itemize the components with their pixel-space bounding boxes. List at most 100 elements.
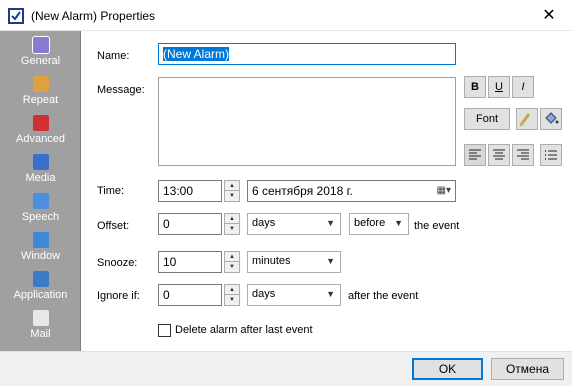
ignore-input[interactable]: 0	[158, 284, 222, 306]
bullet-list-icon	[544, 150, 558, 165]
offset-input[interactable]: 0	[158, 213, 222, 235]
clock-icon	[31, 36, 50, 54]
message-textarea[interactable]	[158, 77, 456, 166]
chevron-down-icon: ▼	[326, 289, 335, 299]
date-value: 6 сентября 2018 г.	[252, 184, 353, 198]
offset-unit-select[interactable]: days ▼	[247, 213, 341, 235]
sidebar-item-label: Advanced	[16, 133, 65, 145]
align-right-button[interactable]	[512, 144, 534, 166]
app-checkbox-icon	[8, 8, 24, 24]
message-label: Message:	[97, 84, 145, 96]
sidebar-item-general[interactable]: General	[0, 35, 81, 74]
snooze-value: 10	[163, 255, 177, 269]
application-icon	[32, 271, 49, 287]
paint-bucket-icon	[542, 112, 560, 131]
spin-up-icon[interactable]: ▲	[225, 285, 239, 295]
cancel-label: Отмена	[505, 362, 550, 376]
spin-down-icon[interactable]: ▼	[225, 224, 239, 234]
offset-unit-value: days	[252, 217, 276, 229]
offset-when-select[interactable]: before ▼	[349, 213, 409, 235]
sidebar-item-mail[interactable]: Mail	[0, 308, 81, 347]
ignore-label: Ignore if:	[97, 290, 140, 302]
chevron-down-icon: ▼	[394, 218, 403, 228]
sidebar-item-speech[interactable]: Speech	[0, 191, 81, 230]
sidebar-item-media[interactable]: Media	[0, 152, 81, 191]
name-input[interactable]: (New Alarm)	[158, 43, 456, 65]
date-picker[interactable]: 6 сентября 2018 г. ▦▾	[247, 180, 456, 202]
sidebar-item-label: Application	[13, 289, 68, 301]
snooze-spinner[interactable]: ▲ ▼	[224, 251, 240, 273]
cancel-button[interactable]: Отмена	[491, 358, 564, 380]
italic-button[interactable]: I	[512, 76, 534, 98]
name-value: (New Alarm)	[163, 47, 230, 61]
close-icon: ✕	[542, 7, 556, 24]
main-panel: Name: (New Alarm) Message: B U I Font Ti…	[82, 31, 572, 351]
ignore-suffix-label: after the event	[348, 290, 419, 302]
sidebar-item-label: Repeat	[22, 94, 59, 106]
bullet-list-button[interactable]	[540, 144, 562, 166]
align-left-icon	[468, 149, 482, 165]
align-center-icon	[492, 149, 506, 165]
spin-down-icon[interactable]: ▼	[225, 295, 239, 305]
ignore-value: 0	[163, 288, 170, 302]
chevron-down-icon: ▼	[326, 218, 335, 228]
offset-spinner[interactable]: ▲ ▼	[224, 213, 240, 235]
sidebar: General Repeat Advanced Media Speech Win…	[0, 31, 81, 351]
time-input[interactable]: 13:00	[158, 180, 222, 202]
italic-label: I	[521, 81, 525, 93]
ignore-unit-select[interactable]: days ▼	[247, 284, 341, 306]
offset-value: 0	[163, 217, 170, 231]
name-label: Name:	[97, 50, 130, 62]
text-color-button[interactable]	[516, 108, 538, 130]
calendar-icon	[32, 76, 49, 92]
snooze-unit-value: minutes	[252, 255, 291, 267]
bold-button[interactable]: B	[464, 76, 486, 98]
sidebar-item-window[interactable]: Window	[0, 230, 81, 269]
chevron-down-icon: ▼	[326, 256, 335, 266]
time-label: Time:	[97, 185, 125, 197]
sidebar-item-label: Speech	[21, 211, 60, 223]
align-center-button[interactable]	[488, 144, 510, 166]
calendar-dropdown-icon[interactable]: ▦▾	[437, 184, 451, 198]
monitor-icon	[32, 232, 49, 248]
snooze-unit-select[interactable]: minutes ▼	[247, 251, 341, 273]
underline-button[interactable]: U	[488, 76, 510, 98]
offset-label: Offset:	[97, 220, 130, 232]
bold-label: B	[471, 81, 479, 93]
time-value: 13:00	[163, 184, 194, 198]
ok-label: OK	[438, 362, 457, 376]
sidebar-item-application[interactable]: Application	[0, 269, 81, 308]
spin-down-icon[interactable]: ▼	[225, 262, 239, 272]
sidebar-item-advanced[interactable]: Advanced	[0, 113, 81, 152]
sidebar-item-label: General	[20, 55, 61, 67]
spin-up-icon[interactable]: ▲	[225, 214, 239, 224]
speech-icon	[32, 193, 49, 209]
delete-after-last-label[interactable]: Delete alarm after last event	[175, 324, 313, 336]
ok-button[interactable]: OK	[412, 358, 483, 380]
font-label: Font	[475, 113, 498, 125]
spin-up-icon[interactable]: ▲	[225, 252, 239, 262]
time-spinner[interactable]: ▲ ▼	[224, 180, 240, 202]
offset-suffix-label: the event	[414, 220, 460, 232]
advanced-icon	[32, 115, 49, 131]
sidebar-item-repeat[interactable]: Repeat	[0, 74, 81, 113]
background-color-button[interactable]	[540, 108, 562, 130]
spin-up-icon[interactable]: ▲	[225, 181, 239, 191]
snooze-label: Snooze:	[97, 257, 138, 269]
brush-icon	[518, 113, 536, 131]
delete-after-last-checkbox[interactable]	[158, 324, 171, 337]
spin-down-icon[interactable]: ▼	[225, 191, 239, 201]
align-right-icon	[516, 149, 530, 165]
align-left-button[interactable]	[464, 144, 486, 166]
close-button[interactable]: ✕	[526, 0, 572, 31]
music-note-icon	[32, 154, 49, 170]
offset-when-value: before	[354, 217, 386, 229]
underline-label: U	[495, 81, 503, 93]
font-button[interactable]: Font	[464, 108, 510, 130]
title-bar: (New Alarm) Properties ✕	[0, 0, 572, 31]
sidebar-item-label: Media	[25, 172, 56, 184]
snooze-input[interactable]: 10	[158, 251, 222, 273]
sidebar-item-label: Window	[20, 250, 61, 262]
window-title: (New Alarm) Properties	[31, 9, 156, 23]
ignore-spinner[interactable]: ▲ ▼	[224, 284, 240, 306]
